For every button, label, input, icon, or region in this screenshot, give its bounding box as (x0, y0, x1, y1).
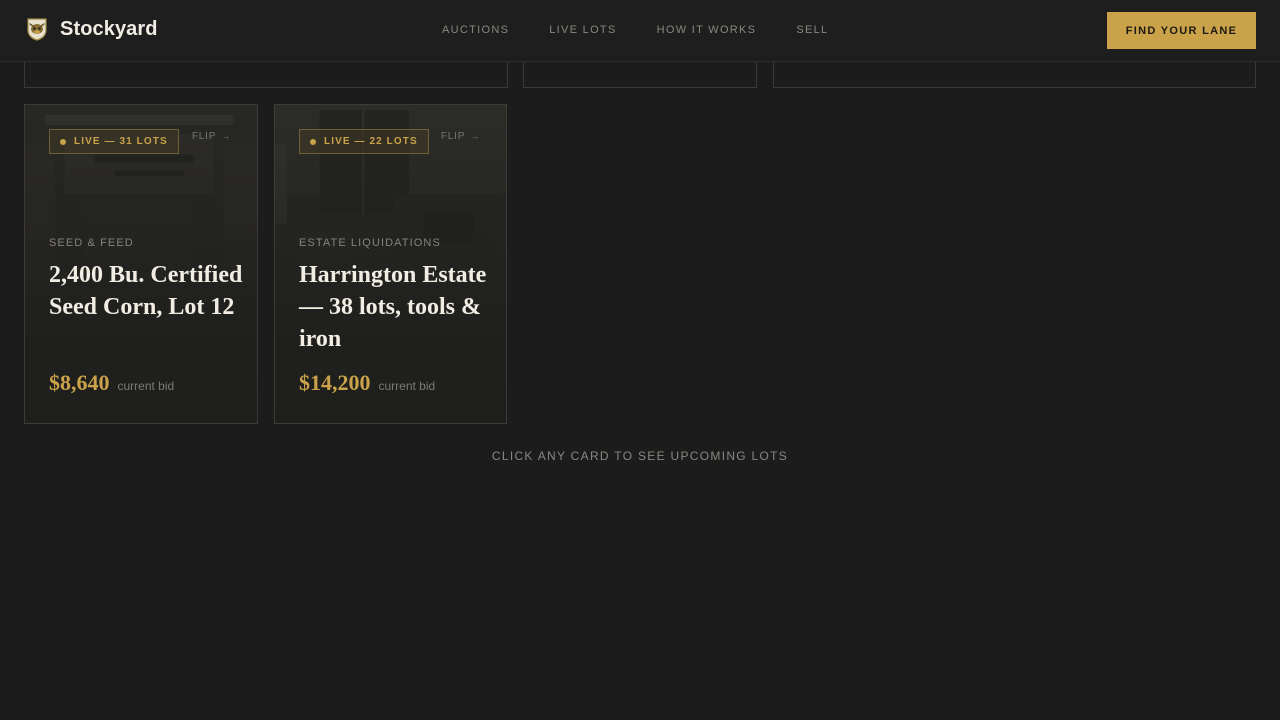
current-bid-price: $14,200 (299, 370, 371, 395)
current-bid-label: current bid (117, 379, 175, 393)
flip-card-button[interactable]: FLIP → (192, 131, 231, 142)
live-dot-icon (310, 139, 316, 145)
nav-sell[interactable]: SELL (796, 23, 828, 37)
nav-auctions[interactable]: AUCTIONS (442, 23, 509, 37)
live-lots-badge: LIVE — 31 LOTS (49, 129, 179, 154)
card-category: SEED & FEED (49, 237, 134, 249)
find-your-lane-button[interactable]: FIND YOUR LANE (1107, 12, 1256, 49)
brand[interactable]: Stockyard (26, 17, 158, 41)
brand-name: Stockyard (60, 17, 158, 40)
card-hint-text: CLICK ANY CARD TO SEE UPCOMING LOTS (491, 449, 789, 463)
flip-label: FLIP (191, 131, 217, 142)
auction-card-seed-corn[interactable]: LIVE — 31 LOTS FLIP → SEED & FEED 2,400 B… (24, 104, 258, 424)
card-price-row: $14,200 current bid (299, 370, 435, 396)
card-category: ESTATE LIQUIDATIONS (299, 237, 441, 249)
nav-live-lots[interactable]: LIVE LOTS (549, 23, 616, 37)
badge-label: LIVE — 22 LOTS (324, 136, 418, 147)
live-dot-icon (60, 139, 66, 145)
flip-label: FLIP (440, 131, 466, 142)
arrow-right-icon: → (470, 131, 480, 141)
arrow-right-icon: → (221, 131, 231, 141)
auction-card-harrington-estate[interactable]: LIVE — 22 LOTS FLIP → ESTATE LIQUIDATIONS… (274, 104, 507, 424)
flip-card-button[interactable]: FLIP → (441, 131, 480, 142)
nav-how-it-works[interactable]: HOW IT WORKS (657, 23, 757, 37)
card-price-row: $8,640 current bid (49, 370, 174, 396)
current-bid-price: $8,640 (49, 370, 110, 395)
main-nav: AUCTIONS LIVE LOTS HOW IT WORKS SELL (442, 23, 828, 37)
badge-label: LIVE — 31 LOTS (74, 136, 168, 147)
card-title: 2,400 Bu. Certified Seed Corn, Lot 12 (49, 262, 243, 320)
site-header: Stockyard AUCTIONS LIVE LOTS HOW IT WORK… (0, 0, 1280, 62)
current-bid-label: current bid (378, 379, 436, 393)
cow-head-shield-icon (27, 18, 47, 41)
card-title: Harrington Estate — 38 lots, tools & iro… (299, 262, 487, 352)
live-lots-badge: LIVE — 22 LOTS (299, 129, 429, 154)
